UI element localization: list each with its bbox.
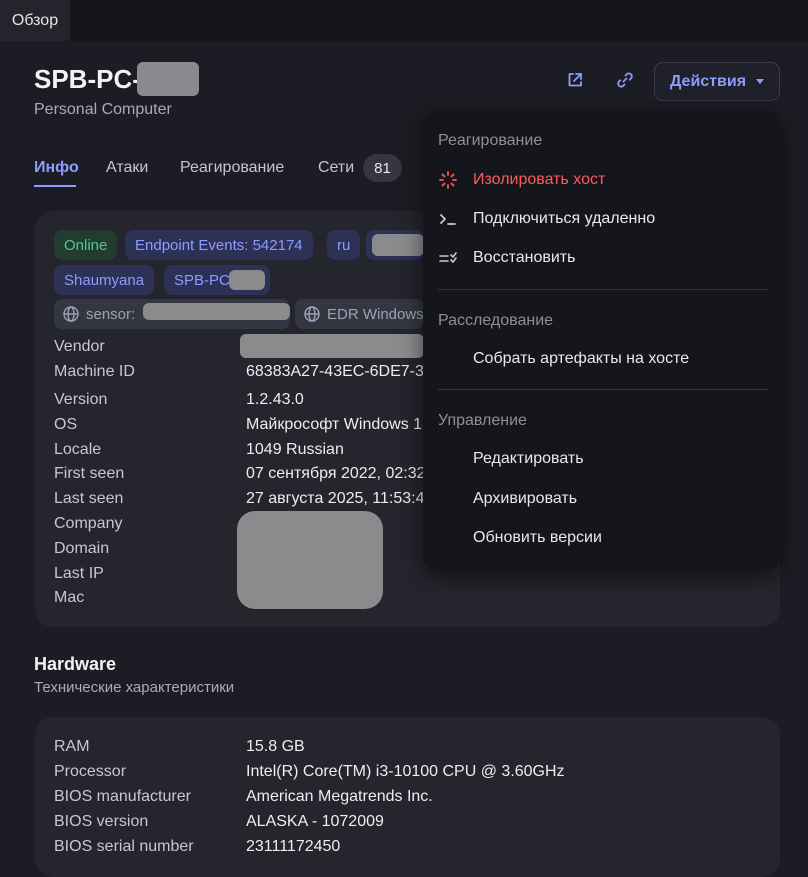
menu-item-restore[interactable]: Восстановить (423, 241, 780, 275)
version-label: Version (54, 391, 108, 408)
bios-serial-label: BIOS serial number (54, 838, 194, 855)
menu-item-remote-connect[interactable]: Подключиться удаленно (423, 202, 780, 236)
first-seen-value: 07 сентября 2022, 02:32 (246, 465, 426, 482)
hardware-subtitle: Технические характеристики (34, 679, 235, 696)
active-tab-indicator (34, 185, 76, 187)
company-label: Company (54, 515, 123, 532)
menu-item-label: Изолировать хост (473, 171, 606, 188)
os-label: OS (54, 416, 78, 433)
hardware-title: Hardware (34, 654, 117, 674)
redacted-block (229, 270, 265, 290)
edr-badge[interactable]: EDR Windows (295, 299, 424, 329)
bios-version-value: ALASKA - 1072009 (246, 813, 384, 830)
tab-overview[interactable]: Обзор (0, 0, 70, 41)
menu-item-label: Архивировать (473, 490, 578, 507)
actions-menu: Реагирование Изолировать хост Подключить… (423, 111, 780, 570)
tab-attacks[interactable]: Атаки (106, 153, 148, 183)
networks-count-badge: 81 (363, 154, 402, 182)
menu-divider (438, 389, 768, 390)
menu-item-label: Восстановить (473, 249, 576, 266)
tab-networks[interactable]: Сети (318, 153, 354, 183)
redacted-block (137, 62, 199, 96)
status-badge: Online (54, 230, 118, 260)
bios-manufacturer-label: BIOS manufacturer (54, 788, 191, 805)
vendor-label: Vendor (54, 338, 105, 355)
tab-response[interactable]: Реагирование (180, 153, 284, 183)
redacted-block (372, 234, 424, 256)
menu-group-investigation: Расследование (438, 312, 554, 329)
menu-item-label: Редактировать (473, 450, 584, 467)
locale-value: 1049 Russian (246, 441, 344, 458)
bios-serial-value: 23111172450 (246, 838, 341, 855)
redacted-block (240, 334, 424, 358)
link-icon (617, 72, 633, 88)
last-seen-label: Last seen (54, 490, 124, 507)
globe-icon (304, 306, 320, 322)
menu-divider (438, 289, 768, 290)
last-seen-value: 27 августа 2025, 11:53:4 (246, 490, 425, 507)
edr-label: EDR Windows (327, 305, 424, 323)
last-ip-label: Last IP (54, 565, 104, 582)
redacted-block (143, 303, 290, 320)
mac-label: Mac (54, 589, 85, 606)
menu-item-isolate-host[interactable]: Изолировать хост (423, 163, 780, 197)
copy-link-button[interactable] (611, 66, 639, 94)
menu-item-label: Обновить версии (473, 529, 602, 546)
terminal-icon (437, 209, 459, 229)
first-seen-label: First seen (54, 465, 125, 482)
events-badge[interactable]: Endpoint Events: 542174 (125, 230, 313, 260)
isolate-icon (437, 170, 459, 190)
ram-label: RAM (54, 738, 90, 755)
menu-group-response: Реагирование (438, 132, 543, 149)
redacted-block (237, 511, 383, 609)
top-tab-bar: Обзор (0, 0, 808, 41)
locale-label: Locale (54, 441, 102, 458)
menu-item-edit[interactable]: Редактировать (423, 442, 780, 476)
page-title: SPB-PC- (34, 64, 141, 94)
actions-label: Действия (669, 72, 747, 90)
open-external-icon (568, 73, 582, 87)
sensor-label: sensor: (86, 305, 136, 323)
restore-icon (437, 248, 459, 268)
bios-version-label: BIOS version (54, 813, 149, 830)
processor-value: Intel(R) Core(TM) i3-10100 CPU @ 3.60GHz (246, 763, 565, 780)
menu-item-archive[interactable]: Архивировать (423, 482, 780, 516)
menu-item-label: Подключиться удаленно (473, 210, 656, 227)
processor-label: Processor (54, 763, 127, 780)
ram-value: 15.8 GB (246, 738, 305, 755)
menu-item-update-versions[interactable]: Обновить версии (423, 521, 780, 555)
actions-dropdown-button[interactable]: Действия (654, 62, 780, 101)
location-badge[interactable]: Shaumyana (54, 265, 155, 295)
machine-id-label: Machine ID (54, 363, 135, 380)
version-value: 1.2.43.0 (246, 391, 304, 408)
domain-label: Domain (54, 540, 110, 557)
os-value: Майкрософт Windows 1 (246, 416, 423, 433)
menu-item-label: Собрать артефакты на хосте (473, 350, 690, 367)
locale-badge[interactable]: ru (327, 230, 361, 260)
globe-icon (63, 306, 79, 322)
tab-info[interactable]: Инфо (34, 153, 79, 183)
menu-group-management: Управление (438, 412, 527, 429)
open-external-button[interactable] (561, 66, 589, 94)
group-label: SPB-PC (174, 271, 230, 289)
machine-id-value: 68383A27-43EC-6DE7-3F (246, 363, 434, 380)
chevron-down-icon (756, 79, 765, 84)
host-type: Personal Computer (34, 101, 172, 118)
menu-item-collect-artifacts[interactable]: Собрать артефакты на хосте (423, 342, 780, 376)
bios-manufacturer-value: American Megatrends Inc. (246, 788, 433, 805)
